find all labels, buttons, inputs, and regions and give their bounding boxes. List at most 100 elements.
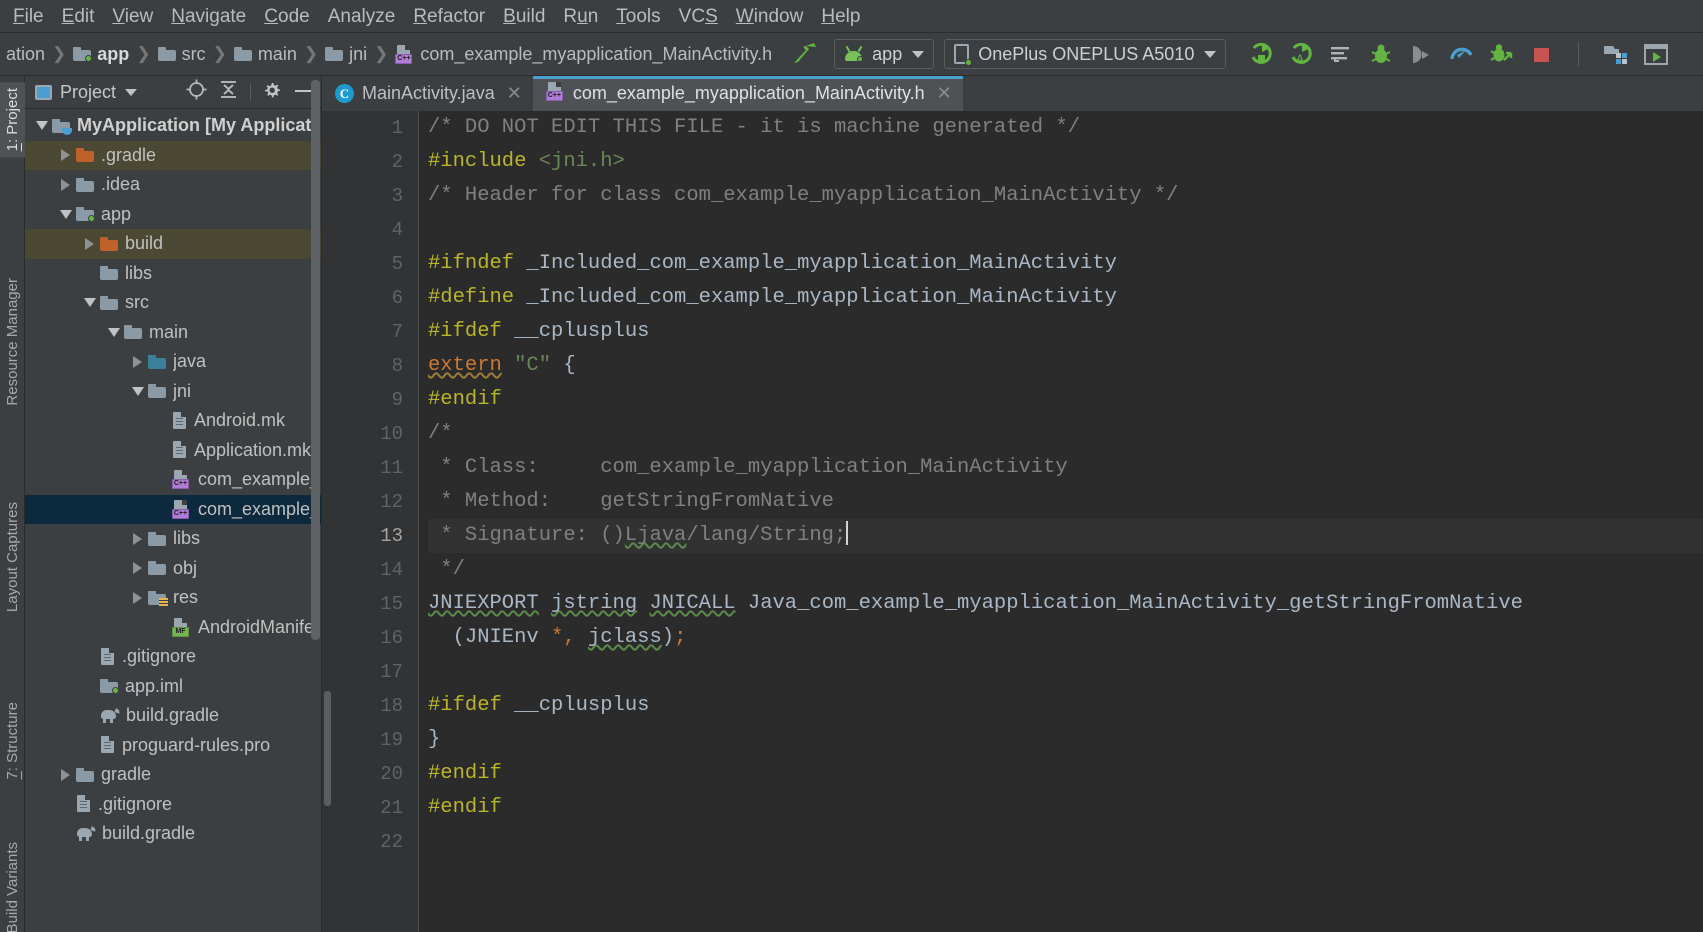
debug-log-icon[interactable] xyxy=(1328,41,1354,67)
code-line[interactable]: #define _Included_com_example_myapplicat… xyxy=(428,281,1703,315)
tree-node-libs[interactable]: libs xyxy=(25,524,321,554)
attach-debugger-icon[interactable] xyxy=(1408,41,1434,67)
tree-node-jni[interactable]: jni xyxy=(25,377,321,407)
avd-manager-icon[interactable] xyxy=(1643,41,1669,67)
project-panel-title-group[interactable]: Project xyxy=(35,82,138,103)
project-tree-scrollbar[interactable] xyxy=(311,80,320,640)
apply-changes-icon[interactable]: A xyxy=(1288,41,1314,67)
code-line[interactable] xyxy=(428,213,1703,247)
breadcrumb-item-5[interactable]: C++ com_example_myapplication_MainActivit… xyxy=(395,44,772,65)
tool-window-tab-project[interactable]: 1: Project xyxy=(0,82,25,158)
tool-window-tab-build-variants[interactable]: Build Variants xyxy=(0,836,25,932)
tree-node-app[interactable]: app xyxy=(25,200,321,230)
breadcrumb-item-0[interactable]: ation xyxy=(6,44,45,65)
chevron-down-icon[interactable] xyxy=(125,88,138,96)
tree-node-proguard-rules-pro[interactable]: proguard-rules.pro xyxy=(25,731,321,761)
chevron-right-icon[interactable] xyxy=(81,235,98,252)
sdk-manager-icon[interactable] xyxy=(1603,41,1629,67)
chevron-right-icon[interactable] xyxy=(129,353,146,370)
tree-node-application-mk[interactable]: Application.mk xyxy=(25,436,321,466)
tree-node-gitignore[interactable]: .gitignore xyxy=(25,642,321,672)
menu-item-run[interactable]: Run xyxy=(554,5,607,28)
code-line[interactable]: #include <jni.h> xyxy=(428,145,1703,179)
code-line[interactable]: (JNIEnv *, jclass); xyxy=(428,621,1703,655)
breadcrumb-item-1[interactable]: app xyxy=(73,44,129,65)
menu-item-edit[interactable]: Edit xyxy=(53,5,104,28)
menu-item-window[interactable]: Window xyxy=(727,5,813,28)
chevron-right-icon[interactable] xyxy=(57,147,74,164)
breadcrumb-item-4[interactable]: jni xyxy=(325,44,367,65)
code-line[interactable]: /* Header for class com_example_myapplic… xyxy=(428,179,1703,213)
menu-item-refactor[interactable]: Refactor xyxy=(404,5,494,28)
stop-icon[interactable] xyxy=(1528,41,1554,67)
tree-node-gradle[interactable]: .gradle xyxy=(25,140,321,170)
code-line[interactable]: #ifndef _Included_com_example_myapplicat… xyxy=(428,247,1703,281)
make-project-icon[interactable] xyxy=(790,41,818,67)
project-tree[interactable]: MyApplication [My Application .gradle .ide… xyxy=(25,109,321,932)
menu-item-code[interactable]: Code xyxy=(255,5,318,28)
editor-tab-0[interactable]: C MainActivity.java ✕ xyxy=(322,76,533,111)
code-editor[interactable]: /* DO NOT EDIT THIS FILE - it is machine… xyxy=(419,111,1703,932)
settings-gear-icon[interactable] xyxy=(262,80,282,105)
tree-node-gitignore[interactable]: .gitignore xyxy=(25,790,321,820)
chevron-right-icon[interactable] xyxy=(129,560,146,577)
tool-window-tab-layout-captures[interactable]: Layout Captures xyxy=(0,496,25,618)
close-icon[interactable]: ✕ xyxy=(937,83,952,104)
collapse-all-icon[interactable] xyxy=(218,79,239,105)
profiler-icon[interactable] xyxy=(1448,41,1474,67)
tree-node-res[interactable]: res xyxy=(25,583,321,613)
menu-item-file[interactable]: File xyxy=(4,5,53,28)
tree-node-android-mk[interactable]: Android.mk xyxy=(25,406,321,436)
code-line[interactable]: } xyxy=(428,723,1703,757)
menu-item-build[interactable]: Build xyxy=(494,5,554,28)
chevron-down-icon[interactable] xyxy=(33,117,50,134)
chevron-down-icon[interactable] xyxy=(105,324,122,341)
code-line[interactable]: /* DO NOT EDIT THIS FILE - it is machine… xyxy=(428,111,1703,145)
run-coverage-icon[interactable] xyxy=(1488,41,1514,67)
menu-item-navigate[interactable]: Navigate xyxy=(162,5,255,28)
chevron-right-icon[interactable] xyxy=(57,176,74,193)
tree-node-androidmanifest-x[interactable]: MF AndroidManifest.x xyxy=(25,613,321,643)
code-line[interactable]: #endif xyxy=(428,791,1703,825)
run-icon[interactable] xyxy=(1248,41,1274,67)
menu-item-help[interactable]: Help xyxy=(812,5,869,28)
debug-icon[interactable] xyxy=(1368,41,1394,67)
chevron-down-icon[interactable] xyxy=(57,206,74,223)
locate-icon[interactable] xyxy=(186,79,207,105)
chevron-right-icon[interactable] xyxy=(129,530,146,547)
editor-scrollbar-thumb[interactable] xyxy=(324,691,331,806)
tree-node-java[interactable]: java xyxy=(25,347,321,377)
tree-node-libs[interactable]: libs xyxy=(25,259,321,289)
code-line[interactable]: #endif xyxy=(428,383,1703,417)
tree-node-build[interactable]: build xyxy=(25,229,321,259)
code-line[interactable] xyxy=(428,655,1703,689)
code-line[interactable]: /* xyxy=(428,417,1703,451)
close-icon[interactable]: ✕ xyxy=(507,83,522,104)
tree-node-obj[interactable]: obj xyxy=(25,554,321,584)
tool-window-tab-structure[interactable]: 7: Structure xyxy=(0,696,25,786)
code-line[interactable]: #endif xyxy=(428,757,1703,791)
breadcrumb[interactable]: ation ❯ app ❯ src ❯ main ❯ jni ❯ C++ com_example_my… xyxy=(6,44,772,65)
tree-node-gradle[interactable]: gradle xyxy=(25,760,321,790)
menu-item-tools[interactable]: Tools xyxy=(607,5,669,28)
chevron-down-icon[interactable] xyxy=(129,383,146,400)
tree-node-com-example[interactable]: C++ com_example_ xyxy=(25,465,321,495)
tree-node-src[interactable]: src xyxy=(25,288,321,318)
code-line[interactable]: */ xyxy=(428,553,1703,587)
chevron-right-icon[interactable] xyxy=(129,589,146,606)
menu-item-vcs[interactable]: VCS xyxy=(670,5,727,28)
tree-node-com-example[interactable]: C++ com_example_ xyxy=(25,494,321,524)
menu-item-view[interactable]: View xyxy=(103,5,162,28)
code-line[interactable]: * Signature: ()Ljava/lang/String; xyxy=(428,519,1703,553)
chevron-right-icon[interactable] xyxy=(57,766,74,783)
code-line[interactable] xyxy=(428,825,1703,859)
breadcrumb-item-3[interactable]: main xyxy=(233,44,297,65)
code-line[interactable]: JNIEXPORT jstring JNICALL Java_com_examp… xyxy=(428,587,1703,621)
tree-node-build-gradle[interactable]: build.gradle xyxy=(25,701,321,731)
code-line[interactable]: #ifdef __cplusplus xyxy=(428,315,1703,349)
code-line[interactable]: extern "C" { xyxy=(428,349,1703,383)
code-line[interactable]: #ifdef __cplusplus xyxy=(428,689,1703,723)
device-selector[interactable]: OnePlus ONEPLUS A5010 xyxy=(944,39,1227,69)
tool-window-tab-resource-manager[interactable]: Resource Manager xyxy=(0,272,25,412)
chevron-down-icon[interactable] xyxy=(81,294,98,311)
